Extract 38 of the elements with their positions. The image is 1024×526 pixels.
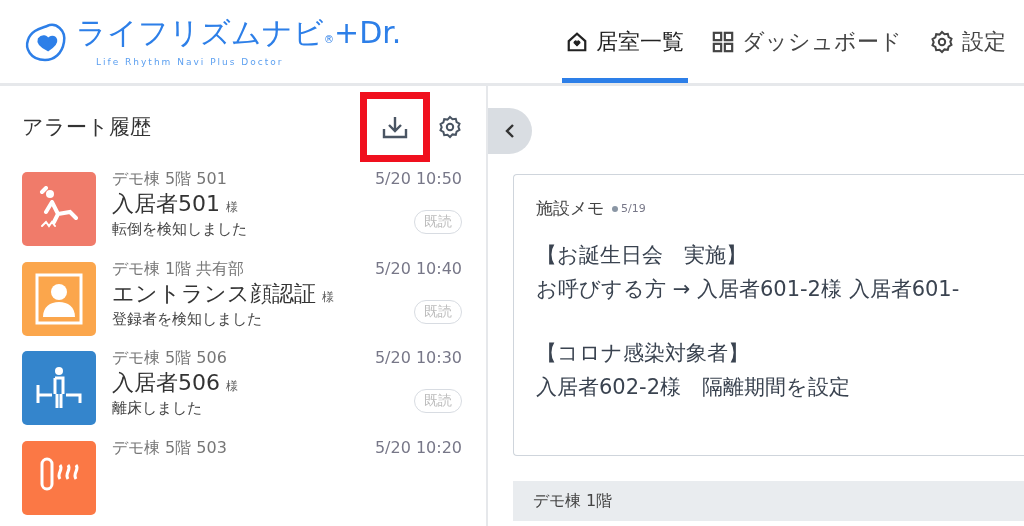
alert-location: デモ棟 5階 506 bbox=[112, 347, 228, 370]
settings-icon bbox=[930, 29, 954, 54]
alert-time: 5/20 10:20 bbox=[374, 436, 462, 459]
home-icon bbox=[566, 30, 588, 53]
memo-text: 入居者602-2様 隔離期間を設定 bbox=[536, 374, 852, 401]
download-icon bbox=[382, 115, 408, 140]
resident-name: エントランス顔認証 bbox=[112, 279, 316, 308]
alert-message: 転倒を検知しました bbox=[112, 219, 248, 241]
person-portrait-icon bbox=[34, 271, 84, 326]
alert-time: 5/20 10:30 bbox=[374, 347, 462, 370]
alert-location: デモ棟 1階 共有部 bbox=[112, 257, 246, 280]
honorific: 様 bbox=[226, 199, 238, 217]
chevron-left-icon bbox=[505, 123, 515, 139]
honorific: 様 bbox=[322, 288, 334, 306]
memo-text: お呼びする方 → 入居者601-2様 入居者601- bbox=[536, 276, 961, 303]
nav-tab[interactable]: 設定 bbox=[926, 0, 1010, 83]
alert-time: 5/20 10:50 bbox=[374, 168, 462, 191]
memo-title: 施設メモ bbox=[536, 197, 604, 220]
grid-icon bbox=[712, 30, 734, 53]
memo-text: 【お誕生日会 実施】 bbox=[536, 242, 748, 269]
memo-date: 5/19 bbox=[612, 202, 646, 215]
panel-title: アラート履歴 bbox=[22, 114, 152, 142]
alert-location: デモ棟 5階 501 bbox=[112, 168, 228, 191]
alert-location: デモ棟 5階 503 bbox=[112, 436, 228, 459]
nav-tab[interactable]: 居室一覧 bbox=[562, 0, 688, 83]
logo-subtitle: Life Rhythm Navi Plus Doctor bbox=[95, 57, 284, 67]
section-title: デモ棟 1階 bbox=[533, 490, 613, 512]
alert-message: 登録者を検知しました bbox=[112, 308, 263, 330]
settings-icon bbox=[438, 115, 462, 140]
settings-button[interactable] bbox=[438, 115, 462, 140]
alert-message: 離床しました bbox=[112, 398, 203, 420]
nav-tab[interactable]: ダッシュボード bbox=[708, 0, 906, 83]
memo-text: 【コロナ感染対象者】 bbox=[536, 340, 750, 367]
alert-time: 5/20 10:40 bbox=[374, 257, 462, 280]
resident-name: 入居者501 bbox=[112, 190, 220, 219]
download-button[interactable] bbox=[360, 92, 430, 163]
resident-name: 入居者506 bbox=[112, 369, 220, 398]
honorific: 様 bbox=[226, 378, 238, 396]
